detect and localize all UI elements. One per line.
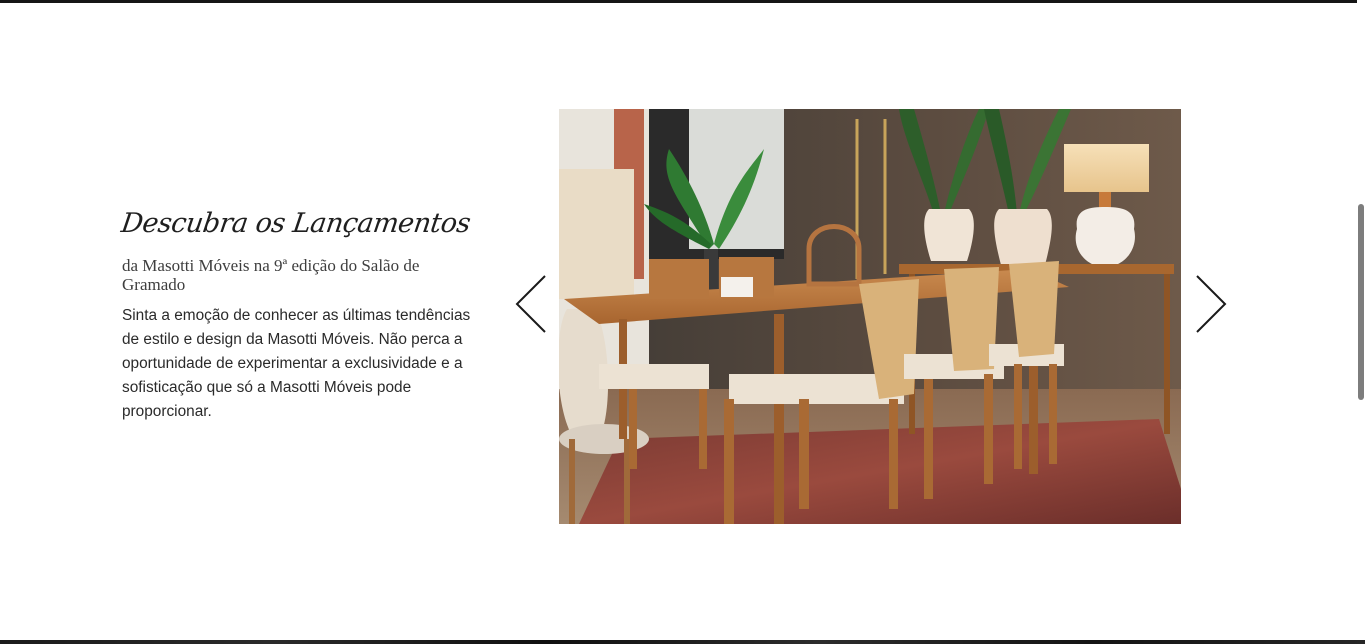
- dining-room-photo: [559, 109, 1181, 524]
- subtitle: da Masotti Móveis na 9ª edição do Salão …: [122, 256, 420, 294]
- launch-text-block: Descubra os Lançamentos da Masotti Móvei…: [118, 200, 478, 424]
- top-section-edge: [0, 0, 1365, 3]
- carousel-next-button[interactable]: [1190, 272, 1230, 336]
- chevron-left-icon: [515, 275, 546, 333]
- chevron-right-icon: [1196, 275, 1227, 333]
- scrollbar-thumb[interactable]: [1358, 204, 1364, 400]
- script-title: Descubra os Lançamentos: [119, 208, 473, 239]
- carousel-prev-button[interactable]: [512, 272, 552, 336]
- body-paragraph: Sinta a emoção de conhecer as últimas te…: [122, 307, 471, 420]
- carousel-slide-image: [559, 109, 1181, 524]
- next-section-edge: [0, 640, 1365, 644]
- page: Descubra os Lançamentos da Masotti Móvei…: [0, 0, 1365, 644]
